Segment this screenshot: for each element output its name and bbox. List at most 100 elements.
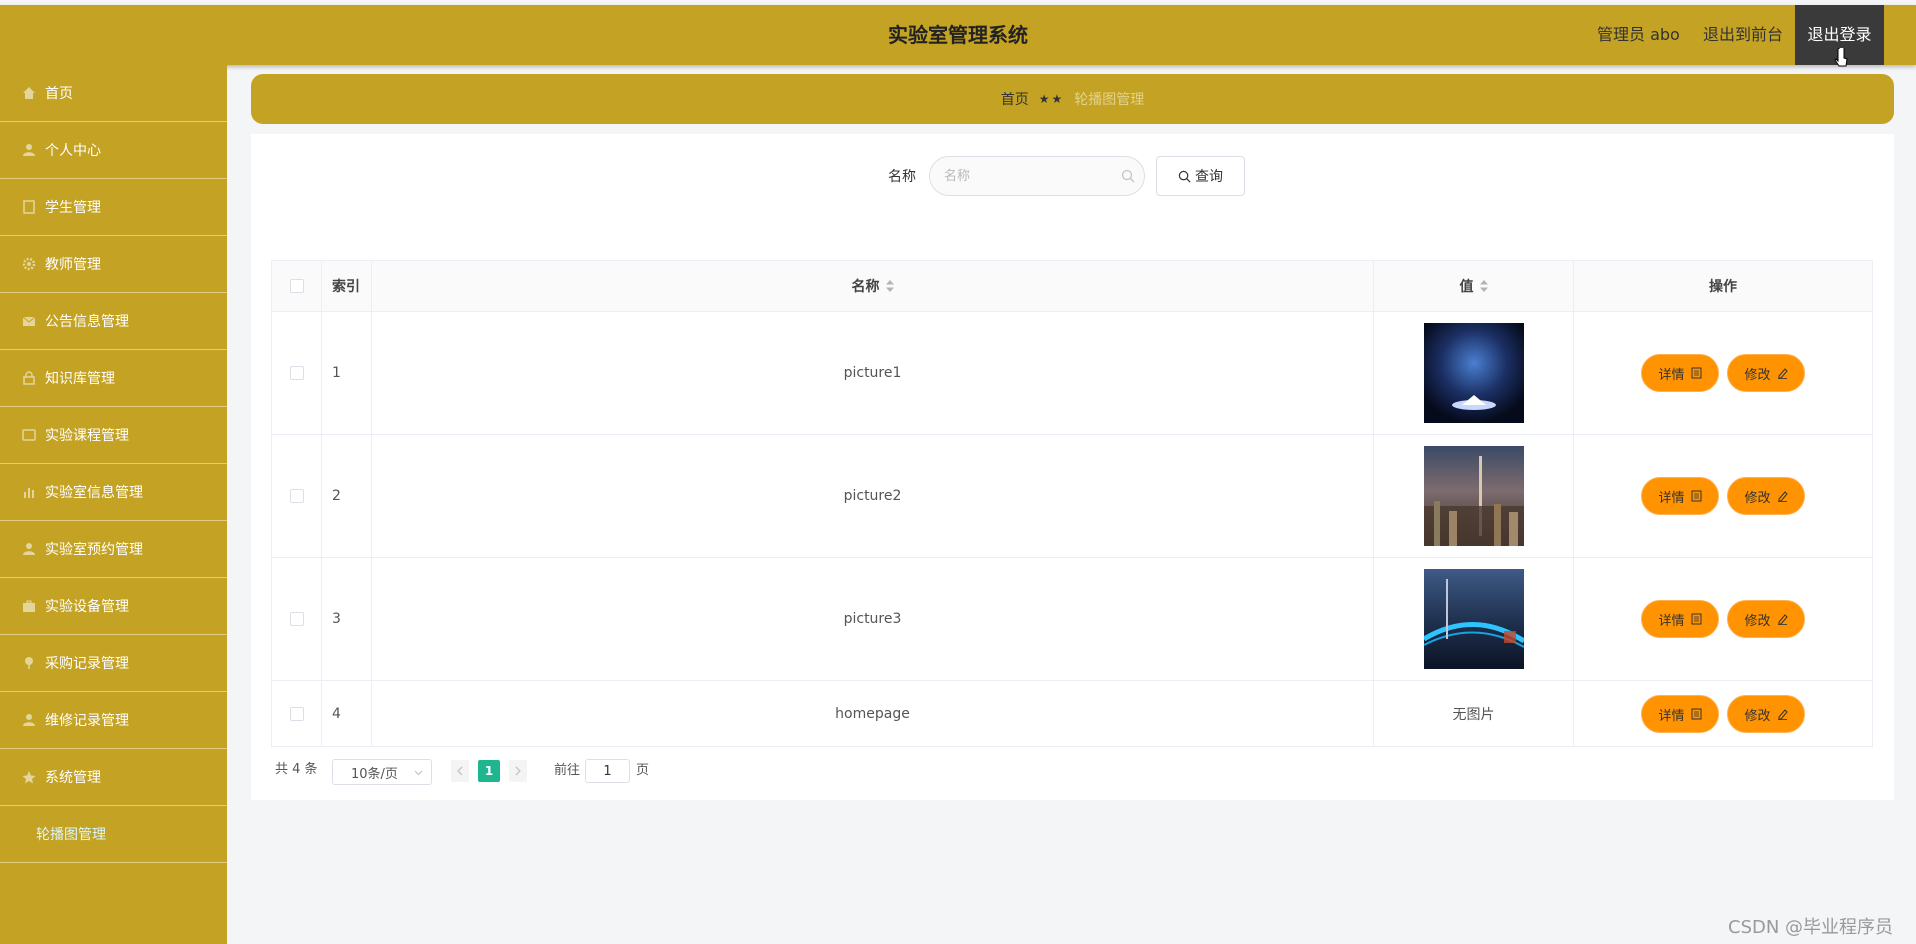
goto-suffix: 页 bbox=[636, 763, 650, 778]
row-value-cell bbox=[1374, 312, 1574, 434]
sidebar-item-announcements[interactable]: 公告信息管理 bbox=[0, 293, 227, 350]
user-icon bbox=[23, 543, 35, 555]
sidebar-item-system[interactable]: 系统管理 bbox=[0, 749, 227, 806]
row-checkbox[interactable] bbox=[289, 489, 304, 503]
sidebar-item-repairs[interactable]: 维修记录管理 bbox=[0, 692, 227, 749]
sidebar-item-label: 公告信息管理 bbox=[45, 314, 129, 330]
table-row: 1 picture1 详情 修改 bbox=[272, 312, 1872, 435]
detail-button-label: 详情 bbox=[1658, 367, 1685, 383]
header-name-cell[interactable]: 名称 bbox=[372, 261, 1374, 311]
front-link[interactable]: 退出到前台 bbox=[1703, 5, 1783, 65]
row-select-cell bbox=[272, 312, 322, 434]
query-button-label: 查询 bbox=[1195, 169, 1223, 185]
pin-icon bbox=[25, 657, 33, 669]
sidebar-item-knowledge[interactable]: 知识库管理 bbox=[0, 350, 227, 407]
row-actions-cell: 详情 修改 bbox=[1574, 312, 1872, 434]
data-table: 索引 名称 值 操作 1 picture1 详情 修改 2 picture2 详… bbox=[271, 260, 1873, 747]
edit-icon bbox=[1777, 709, 1788, 720]
edit-button[interactable]: 修改 bbox=[1727, 695, 1805, 733]
search-icon bbox=[1178, 170, 1191, 182]
briefcase-icon bbox=[23, 600, 35, 612]
row-checkbox[interactable] bbox=[289, 707, 304, 721]
row-name: picture2 bbox=[843, 488, 902, 504]
breadcrumb-home[interactable]: 首页 bbox=[1001, 89, 1029, 109]
tablet-icon bbox=[22, 429, 36, 441]
sidebar-item-courses[interactable]: 实验课程管理 bbox=[0, 407, 227, 464]
search-input[interactable] bbox=[944, 157, 1114, 195]
sidebar-item-teachers[interactable]: 教师管理 bbox=[0, 236, 227, 293]
home-icon bbox=[23, 87, 35, 99]
current-user-label: 管理员 abo bbox=[1597, 25, 1680, 44]
row-name-cell: picture2 bbox=[372, 435, 1374, 557]
detail-button[interactable]: 详情 bbox=[1641, 354, 1719, 392]
goto-prefix: 前往 bbox=[554, 763, 581, 778]
prev-page-button[interactable] bbox=[451, 760, 469, 782]
star-icon bbox=[22, 771, 36, 784]
breadcrumb: 首页 ★★ 轮播图管理 bbox=[251, 74, 1894, 124]
select-all-checkbox[interactable] bbox=[289, 279, 304, 293]
row-name-cell: picture3 bbox=[372, 558, 1374, 680]
sort-icon[interactable] bbox=[1479, 280, 1488, 292]
edit-button[interactable]: 修改 bbox=[1727, 354, 1805, 392]
breadcrumb-current: 轮播图管理 bbox=[1074, 92, 1145, 108]
user-icon bbox=[23, 144, 35, 156]
row-checkbox[interactable] bbox=[289, 366, 304, 380]
detail-button[interactable]: 详情 bbox=[1641, 695, 1719, 733]
goto-page-input[interactable] bbox=[585, 759, 630, 783]
document-icon bbox=[1691, 367, 1701, 379]
sidebar-subitem-carousel[interactable]: 轮播图管理 bbox=[0, 806, 227, 863]
sidebar-item-home[interactable]: 首页 bbox=[0, 65, 227, 122]
sidebar-item-equipment[interactable]: 实验设备管理 bbox=[0, 578, 227, 635]
chevron-left-icon bbox=[457, 766, 463, 776]
sidebar-item-lab-info[interactable]: 实验室信息管理 bbox=[0, 464, 227, 521]
edit-button-label: 修改 bbox=[1744, 490, 1771, 506]
sidebar-item-label: 知识库管理 bbox=[45, 371, 115, 387]
edit-button-label: 修改 bbox=[1744, 708, 1771, 724]
sidebar-item-label: 首页 bbox=[45, 86, 73, 102]
sidebar-item-purchases[interactable]: 采购记录管理 bbox=[0, 635, 227, 692]
table-row: 4 homepage 无图片 详情 修改 bbox=[272, 681, 1872, 747]
search-label: 名称 bbox=[888, 169, 916, 185]
table-row: 3 picture3 详情 修改 bbox=[272, 558, 1872, 681]
query-button[interactable]: 查询 bbox=[1156, 156, 1245, 196]
sidebar-item-label: 实验室信息管理 bbox=[45, 485, 143, 501]
row-name: picture3 bbox=[843, 611, 902, 627]
row-name-cell: picture1 bbox=[372, 312, 1374, 434]
row-actions-cell: 详情 修改 bbox=[1574, 435, 1872, 557]
edit-button-label: 修改 bbox=[1744, 613, 1771, 629]
sidebar-item-label: 维修记录管理 bbox=[45, 713, 129, 729]
sort-icon[interactable] bbox=[885, 280, 894, 292]
row-name: homepage bbox=[835, 706, 910, 722]
column-header-name: 名称 bbox=[851, 279, 880, 295]
header-value-cell[interactable]: 值 bbox=[1374, 261, 1574, 311]
search-box bbox=[929, 156, 1145, 196]
column-header-value: 值 bbox=[1459, 279, 1474, 295]
page-size-select[interactable]: 10条/页 bbox=[332, 759, 432, 785]
document-icon bbox=[1691, 490, 1701, 502]
row-value-cell bbox=[1374, 435, 1574, 557]
edit-button[interactable]: 修改 bbox=[1727, 477, 1805, 515]
sidebar-item-students[interactable]: 学生管理 bbox=[0, 179, 227, 236]
night-sky-photo bbox=[1423, 323, 1524, 423]
edit-icon bbox=[1777, 614, 1788, 625]
next-page-button[interactable] bbox=[509, 760, 527, 782]
sidebar-item-personal[interactable]: 个人中心 bbox=[0, 122, 227, 179]
breadcrumb-separator: ★★ bbox=[1038, 92, 1065, 106]
row-checkbox[interactable] bbox=[289, 612, 304, 626]
sidebar-item-label: 系统管理 bbox=[45, 770, 101, 786]
sidebar: 首页 个人中心 学生管理 教师管理 公告信息管理 知识库管理 实验课程管理 实验… bbox=[0, 65, 227, 944]
sidebar-item-reservations[interactable]: 实验室预约管理 bbox=[0, 521, 227, 578]
row-name: picture1 bbox=[843, 365, 902, 381]
edit-button[interactable]: 修改 bbox=[1727, 600, 1805, 638]
mouse-cursor-icon bbox=[1834, 48, 1848, 67]
page-number-current[interactable]: 1 bbox=[478, 760, 500, 782]
detail-button[interactable]: 详情 bbox=[1641, 477, 1719, 515]
row-name-cell: homepage bbox=[372, 681, 1374, 747]
user-icon bbox=[23, 714, 35, 726]
detail-button[interactable]: 详情 bbox=[1641, 600, 1719, 638]
row-select-cell bbox=[272, 435, 322, 557]
row-value: 无图片 bbox=[1452, 707, 1495, 723]
table-row: 2 picture2 详情 修改 bbox=[272, 435, 1872, 558]
row-index-cell: 3 bbox=[322, 558, 372, 680]
page-size-value: 10条/页 bbox=[351, 766, 398, 782]
